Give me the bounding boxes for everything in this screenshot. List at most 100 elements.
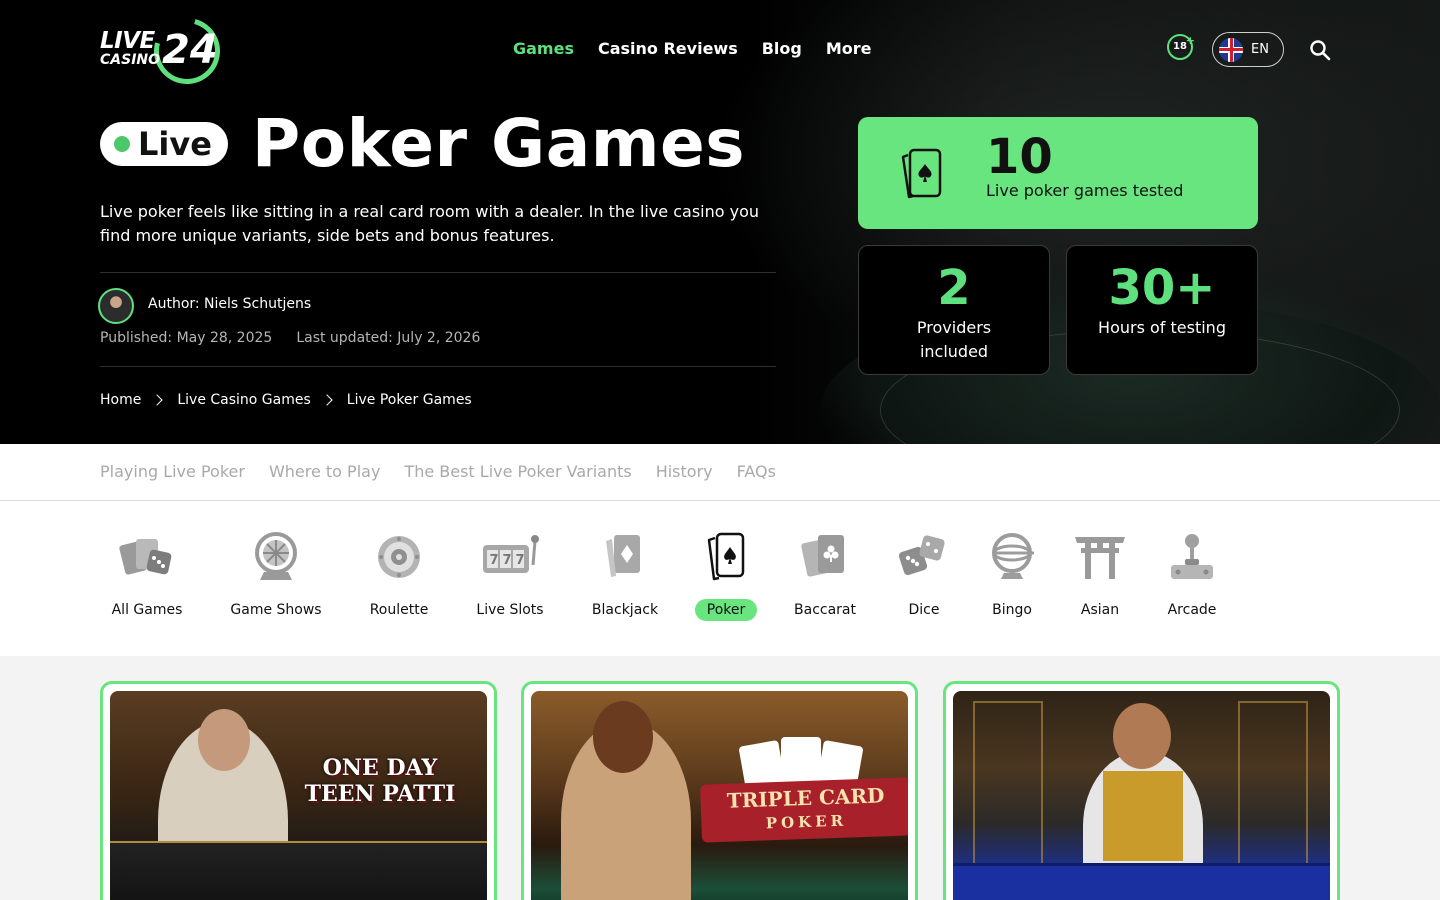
slots-icon: 7 7 7	[483, 535, 539, 573]
divider	[100, 366, 776, 367]
nav-item-more[interactable]: More	[826, 39, 872, 58]
blackjack-icon	[606, 535, 640, 577]
chevron-right-icon	[151, 394, 164, 406]
stat-hours-value: 30+	[1108, 260, 1216, 316]
stat-providers-label-1: Providers	[916, 318, 992, 337]
nav-item-games[interactable]: Games	[513, 39, 574, 58]
table-surface	[110, 841, 487, 900]
logo-number-text: 24	[162, 27, 218, 73]
age-plus: +	[1185, 34, 1195, 47]
dice-icon	[898, 535, 945, 576]
category-asian[interactable]: Asian	[1070, 531, 1130, 621]
breadcrumb-live-casino-games[interactable]: Live Casino Games	[177, 392, 310, 408]
category-bar: All Games Game Shows Roulette 7 7 7 Live…	[0, 501, 1440, 656]
game-shows-icon	[255, 532, 297, 580]
live-badge: Live	[100, 122, 228, 166]
toc-where-to-play[interactable]: Where to Play	[269, 462, 380, 481]
category-poker[interactable]: Poker	[694, 531, 758, 621]
game-logo: TRIPLE CARD POKER	[700, 777, 908, 843]
window-frame	[973, 701, 1043, 871]
category-label: Bingo	[992, 602, 1032, 618]
main-nav: Games Casino Reviews Blog More	[513, 39, 872, 58]
author-name[interactable]: Author: Niels Schutjens	[148, 296, 311, 312]
table-of-contents: Playing Live Poker Where to Play The Bes…	[0, 444, 1440, 501]
dealer-head	[198, 709, 250, 771]
dealer-head	[593, 701, 653, 773]
category-label: Blackjack	[591, 602, 659, 618]
asian-icon	[1075, 537, 1125, 579]
page-title-row: Live Poker Games	[100, 106, 745, 182]
stat-providers: 2 Providers included	[858, 245, 1050, 375]
breadcrumb-current: Live Poker Games	[346, 392, 472, 408]
game-logo-line1: ONE DAY	[322, 755, 438, 781]
logo-casino-text: CASINO	[100, 52, 161, 68]
window-frame	[1238, 701, 1308, 871]
category-label: Arcade	[1167, 602, 1217, 618]
toc-playing-live-poker[interactable]: Playing Live Poker	[100, 462, 245, 481]
logo-live-text: LIVE	[100, 28, 155, 54]
category-label: Poker	[694, 599, 758, 621]
svg-text:7: 7	[516, 553, 525, 568]
page-title: Poker Games	[251, 105, 746, 182]
age-18-icon[interactable]: 18 +	[1167, 34, 1195, 60]
site-logo[interactable]: LIVE CASINO 24	[100, 5, 233, 97]
all-games-icon	[119, 539, 172, 575]
category-game-shows[interactable]: Game Shows	[228, 531, 324, 621]
category-label: Live Slots	[476, 602, 544, 618]
baccarat-icon	[801, 535, 844, 577]
poker-icon	[707, 532, 745, 581]
game-cards-grid: ONE DAY TEEN PATTI TRIPLE CARD POKER	[0, 656, 1440, 900]
category-label: Asian	[1080, 602, 1120, 618]
table-surface	[953, 863, 1330, 900]
game-card-one-day-teen-patti[interactable]: ONE DAY TEEN PATTI	[100, 681, 497, 900]
breadcrumb-home[interactable]: Home	[100, 392, 141, 408]
nav-item-casino-reviews[interactable]: Casino Reviews	[598, 39, 738, 58]
category-label: Game Shows	[230, 602, 322, 618]
dealer-vest	[1103, 771, 1183, 861]
category-label: Dice	[908, 602, 940, 618]
divider	[100, 272, 776, 273]
category-bingo[interactable]: Bingo	[982, 531, 1042, 621]
category-all-games[interactable]: All Games	[112, 531, 182, 621]
live-badge-label: Live	[138, 125, 212, 163]
uk-flag-icon	[1219, 37, 1243, 62]
category-roulette[interactable]: Roulette	[364, 531, 434, 621]
bingo-icon	[992, 533, 1034, 579]
arcade-icon	[1171, 534, 1213, 579]
search-icon[interactable]	[1309, 39, 1331, 61]
author-avatar[interactable]	[98, 288, 134, 324]
category-live-slots[interactable]: 7 7 7 Live Slots	[474, 531, 546, 621]
stat-hours: 30+ Hours of testing	[1066, 245, 1258, 375]
category-dice[interactable]: Dice	[894, 531, 954, 621]
category-blackjack[interactable]: Blackjack	[588, 531, 662, 621]
nav-item-blog[interactable]: Blog	[762, 39, 802, 58]
game-card-triple-card-poker[interactable]: TRIPLE CARD POKER	[521, 681, 918, 900]
language-label: EN	[1251, 42, 1269, 57]
dealer-head	[1113, 703, 1171, 769]
intro-text: Live poker feels like sitting in a real …	[100, 202, 760, 245]
toc-history[interactable]: History	[656, 462, 713, 481]
category-label: Baccarat	[794, 602, 856, 618]
published-date: Published: May 28, 2025	[100, 330, 273, 346]
svg-text:7: 7	[490, 553, 499, 568]
svg-text:7: 7	[503, 553, 512, 568]
game-logo: ONE DAY TEEN PATTI	[290, 755, 470, 807]
stat-providers-label-2: included	[919, 342, 989, 361]
game-card-poker-table[interactable]	[943, 681, 1340, 900]
chevron-right-icon	[321, 394, 333, 406]
category-arcade[interactable]: Arcade	[1162, 531, 1222, 621]
updated-date: Last updated: July 2, 2026	[296, 330, 481, 346]
stat-games-value: 10	[986, 129, 1053, 185]
category-label: All Games	[111, 602, 183, 618]
toc-best-variants[interactable]: The Best Live Poker Variants	[404, 462, 631, 481]
category-baccarat[interactable]: Baccarat	[790, 531, 860, 621]
toc-faqs[interactable]: FAQs	[737, 462, 776, 481]
stat-providers-value: 2	[937, 260, 971, 316]
publish-meta: Published: May 28, 2025 Last updated: Ju…	[100, 330, 480, 346]
game-thumbnail: ONE DAY TEEN PATTI	[110, 691, 487, 900]
stat-games-label: Live poker games tested	[986, 181, 1184, 200]
game-thumbnail	[953, 691, 1330, 900]
game-logo-line2: TEEN PATTI	[304, 781, 456, 807]
language-selector[interactable]: EN	[1212, 32, 1284, 67]
game-thumbnail: TRIPLE CARD POKER	[531, 691, 908, 900]
